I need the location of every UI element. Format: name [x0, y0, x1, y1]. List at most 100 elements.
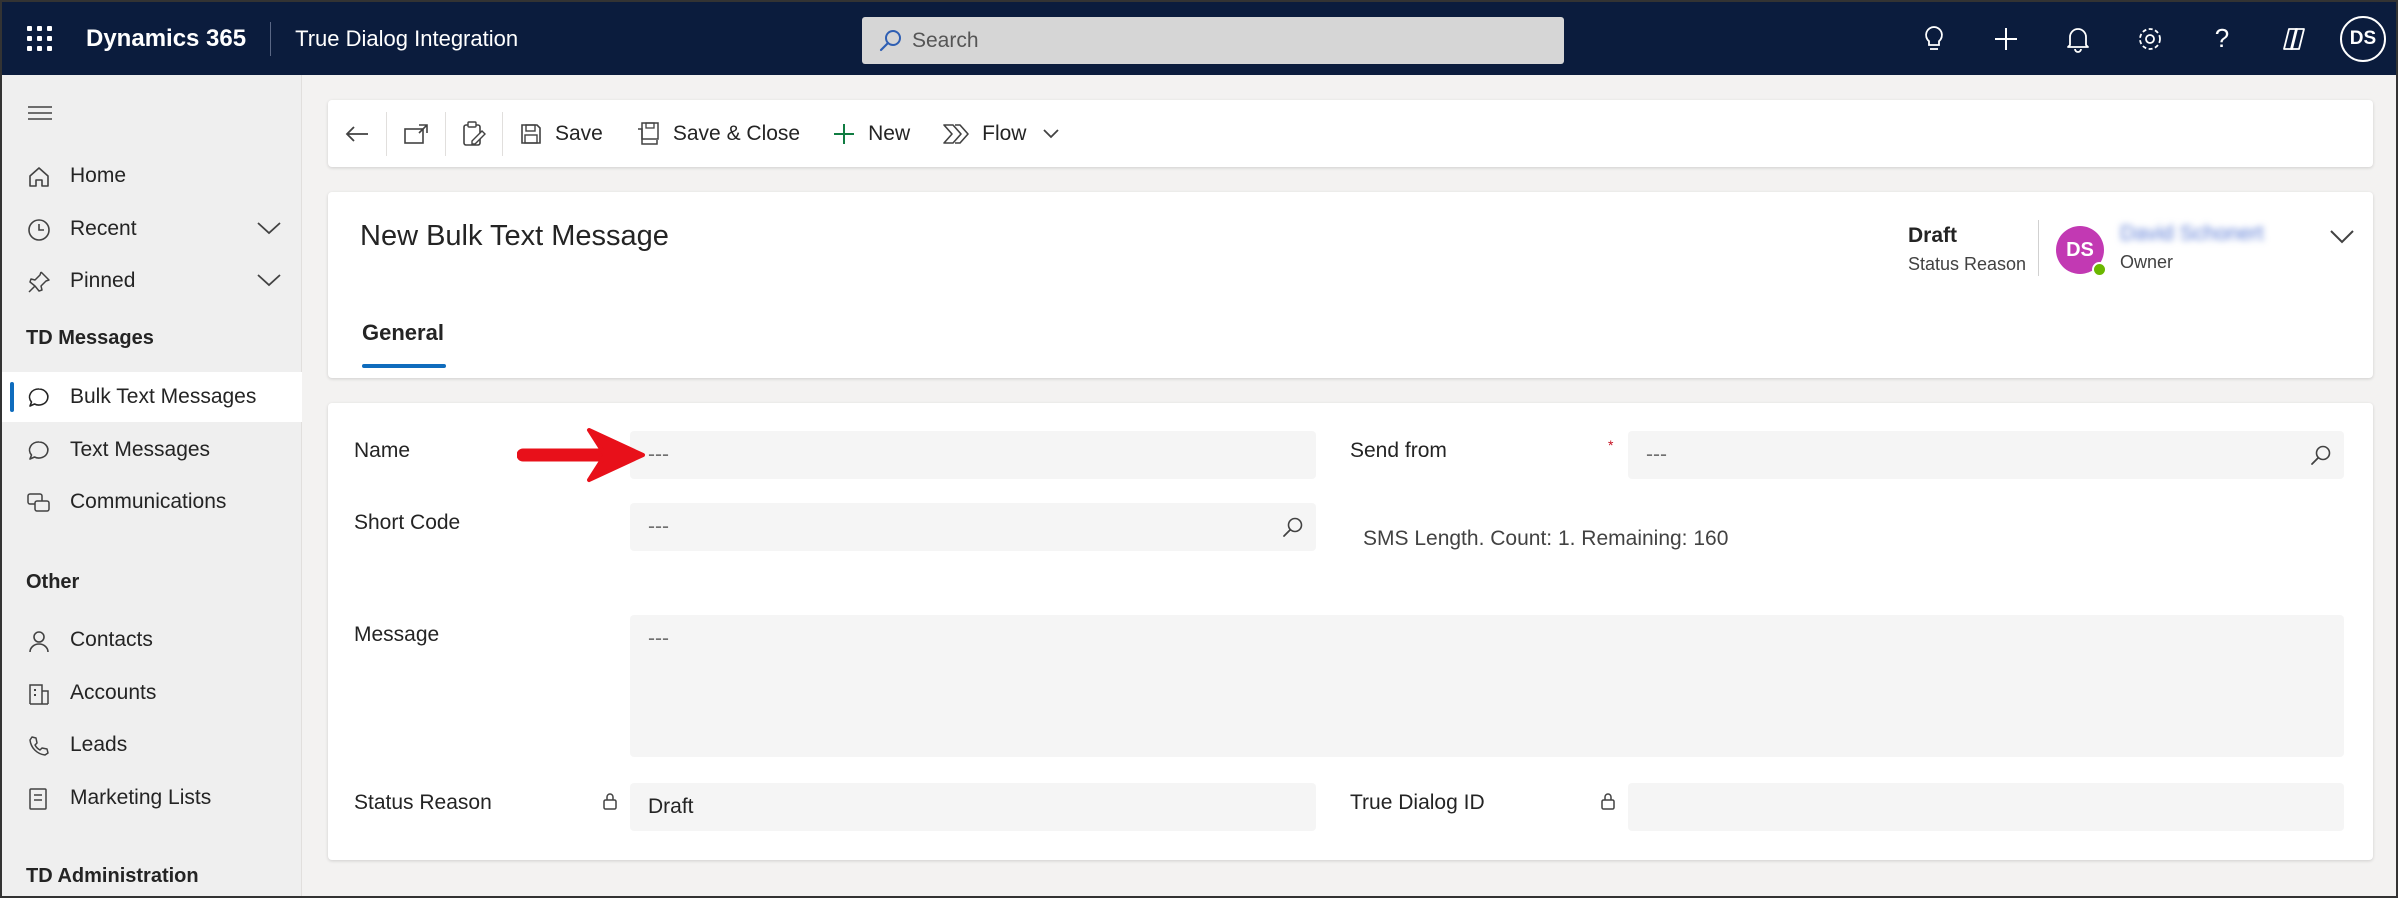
question-icon: ?: [2214, 23, 2230, 53]
sidebar-item-bulk-text-messages[interactable]: Bulk Text Messages: [2, 372, 302, 422]
settings-button[interactable]: [2114, 2, 2186, 75]
save-label: Save: [555, 121, 603, 145]
person-icon: [26, 628, 52, 654]
new-button[interactable]: New: [816, 100, 926, 167]
send-from-lookup[interactable]: ---: [1628, 431, 2344, 479]
notifications-button[interactable]: [2042, 2, 2114, 75]
plus-icon: [834, 123, 855, 144]
message-textarea[interactable]: ---: [630, 615, 2344, 757]
search-icon[interactable]: [1282, 516, 1304, 538]
save-button[interactable]: Save: [503, 100, 619, 167]
sidebar-item-contacts[interactable]: Contacts: [2, 615, 302, 665]
app-name[interactable]: True Dialog Integration: [271, 26, 518, 52]
bell-icon: [2067, 27, 2089, 53]
sidebar-item-label: Pinned: [70, 269, 136, 292]
copilot-icon: [2283, 27, 2305, 50]
sms-length-info: SMS Length. Count: 1. Remaining: 160: [1363, 527, 1729, 550]
message-label: Message: [354, 623, 440, 646]
plus-icon: [1995, 27, 2017, 50]
sidebar-item-home[interactable]: Home: [2, 151, 302, 201]
group-label-td-messages: TD Messages: [26, 327, 154, 349]
sidebar-item-pinned[interactable]: Pinned: [2, 256, 302, 306]
sidebar-item-label: Recent: [70, 217, 137, 240]
short-code-lookup[interactable]: ---: [630, 503, 1316, 551]
status-reason-label: Status Reason: [354, 791, 492, 814]
divider: [2038, 220, 2039, 276]
chevron-down-icon[interactable]: [256, 218, 282, 242]
open-in-new-window-icon: [404, 123, 428, 144]
required-indicator: *: [1608, 437, 1614, 453]
open-new-window-button[interactable]: [387, 100, 445, 167]
sidebar-item-leads[interactable]: Leads: [2, 720, 302, 770]
chevron-down-icon[interactable]: [256, 270, 282, 294]
red-arrow-icon: [517, 428, 645, 482]
command-bar: Save Save & Close New Flow: [328, 100, 2373, 167]
sidebar-item-label: Bulk Text Messages: [70, 385, 257, 408]
sidebar-item-communications[interactable]: Communications: [2, 477, 302, 527]
pin-icon: [26, 269, 52, 295]
sidebar-item-recent[interactable]: Recent: [2, 204, 302, 254]
form-edit-button[interactable]: [446, 100, 502, 167]
chevron-down-icon: [2330, 230, 2354, 244]
sidebar-item-label: Marketing Lists: [70, 786, 212, 809]
lightbulb-button[interactable]: [1898, 2, 1970, 75]
help-button[interactable]: ?: [2186, 2, 2258, 75]
group-label-td-administration: TD Administration: [26, 865, 199, 887]
save-icon: [521, 123, 541, 144]
true-dialog-id-field: [1628, 783, 2344, 831]
status-reason-summary: Draft Status Reason: [1908, 224, 2026, 275]
lock-icon: [1601, 793, 1615, 810]
search-icon[interactable]: [2310, 444, 2332, 466]
copilot-button[interactable]: [2258, 2, 2330, 75]
flow-icon: [943, 123, 969, 144]
save-close-label: Save & Close: [672, 121, 801, 145]
lock-icon: [603, 793, 617, 810]
status-reason-value: Draft: [648, 795, 694, 818]
back-button[interactable]: [328, 100, 386, 167]
owner-label: Owner: [2120, 252, 2174, 272]
owner-name-link[interactable]: David Schonert: [2120, 222, 2264, 246]
name-input[interactable]: ---: [630, 431, 1316, 479]
page-title: New Bulk Text Message: [360, 220, 669, 252]
save-and-close-button[interactable]: Save & Close: [619, 100, 816, 167]
sidebar-item-accounts[interactable]: Accounts: [2, 668, 302, 718]
list-icon: [26, 786, 52, 812]
clipboard-edit-icon: [463, 120, 486, 146]
group-label-other: Other: [26, 571, 80, 593]
name-value: ---: [648, 443, 669, 466]
short-code-label: Short Code: [354, 511, 461, 534]
true-dialog-id-label: True Dialog ID: [1350, 791, 1485, 814]
communications-icon: [26, 490, 52, 516]
top-bar: Dynamics 365 True Dialog Integration Sea…: [2, 2, 2396, 75]
new-label: New: [868, 121, 911, 145]
sidebar-item-text-messages[interactable]: Text Messages: [2, 425, 302, 475]
hamburger-button[interactable]: [28, 105, 52, 126]
brand-name[interactable]: Dynamics 365: [76, 21, 272, 56]
tab-general[interactable]: General: [362, 320, 444, 346]
sidebar-item-marketing-lists[interactable]: Marketing Lists: [2, 773, 302, 823]
send-from-value: ---: [1646, 443, 1667, 466]
flow-dropdown-button[interactable]: [1042, 100, 1076, 167]
search-box[interactable]: Search: [862, 17, 1564, 64]
send-from-label: Send from: [1350, 439, 1447, 462]
app-launcher-button[interactable]: [2, 2, 76, 75]
sidebar-item-label: Leads: [70, 733, 128, 756]
building-icon: [26, 681, 52, 707]
status-label: Status Reason: [1908, 254, 2027, 274]
search-placeholder: Search: [912, 28, 979, 52]
header-expand-button[interactable]: [2328, 228, 2356, 251]
status-value: Draft: [1908, 224, 1958, 247]
sidebar-item-label: Home: [70, 164, 127, 187]
chat-icon: [26, 385, 52, 411]
chevron-down-icon: [1043, 128, 1060, 138]
gear-icon: [2139, 27, 2161, 50]
clock-icon: [26, 217, 52, 243]
flow-button[interactable]: Flow: [926, 100, 1042, 167]
hamburger-icon: [28, 106, 52, 120]
sidebar: Home Recent Pinned TD Messages Bulk Text…: [2, 75, 302, 896]
short-code-value: ---: [648, 515, 669, 538]
add-button[interactable]: [1970, 2, 2042, 75]
user-avatar[interactable]: DS: [2340, 15, 2386, 62]
top-icons: ? DS: [1898, 2, 2396, 75]
presence-available-icon: [2092, 262, 2107, 277]
